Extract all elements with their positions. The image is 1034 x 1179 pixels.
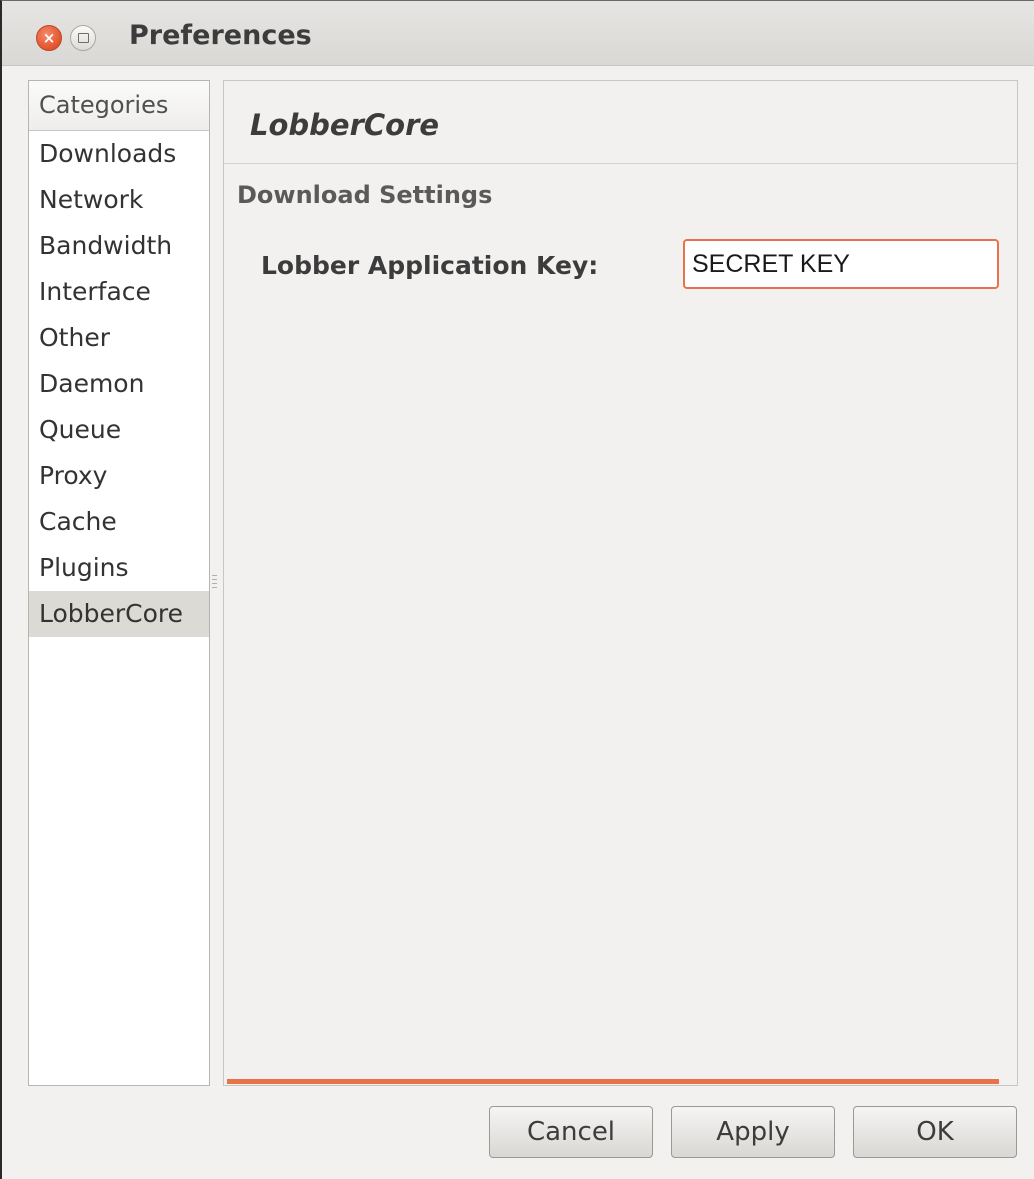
apply-button[interactable]: Apply [671,1106,835,1158]
maximize-icon [77,33,89,43]
category-item-cache[interactable]: Cache [29,499,209,545]
settings-panel: LobberCore Download Settings Lobber Appl… [223,80,1018,1086]
preferences-window: × Preferences Categories Downloads Netwo… [0,0,1034,1179]
section-heading: Download Settings [237,181,493,209]
progress-bar [227,1079,999,1084]
categories-list: Categories Downloads Network Bandwidth I… [28,80,210,1086]
window-title: Preferences [129,20,312,51]
panel-divider [224,163,1017,164]
application-key-label: Lobber Application Key: [261,251,599,280]
category-item-plugins[interactable]: Plugins [29,545,209,591]
close-icon: × [42,28,56,47]
category-item-other[interactable]: Other [29,315,209,361]
panel-title: LobberCore [250,108,440,142]
close-button[interactable]: × [36,25,62,51]
category-item-downloads[interactable]: Downloads [29,131,209,177]
category-item-daemon[interactable]: Daemon [29,361,209,407]
category-item-interface[interactable]: Interface [29,269,209,315]
cancel-button[interactable]: Cancel [489,1106,653,1158]
category-item-lobbercore[interactable]: LobberCore [29,591,209,637]
category-item-queue[interactable]: Queue [29,407,209,453]
application-key-input[interactable] [683,239,999,289]
title-bar[interactable]: × Preferences [2,1,1034,66]
maximize-button[interactable] [70,25,96,51]
ok-button[interactable]: OK [853,1106,1017,1158]
category-item-bandwidth[interactable]: Bandwidth [29,223,209,269]
pane-splitter-handle[interactable] [212,575,217,591]
category-item-proxy[interactable]: Proxy [29,453,209,499]
category-item-network[interactable]: Network [29,177,209,223]
categories-header[interactable]: Categories [29,81,209,131]
